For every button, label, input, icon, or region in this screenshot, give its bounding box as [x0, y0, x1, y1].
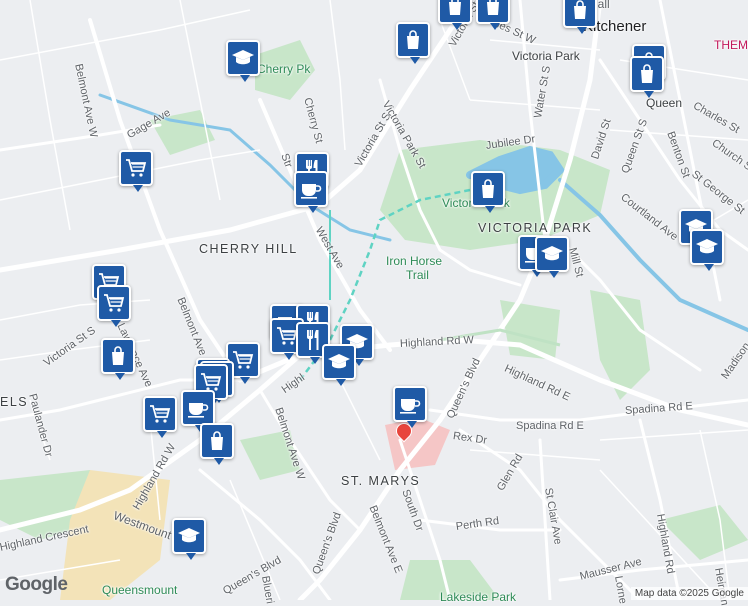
grocery-pin-victoria-b[interactable]	[97, 285, 131, 327]
google-logo: Google	[5, 574, 68, 595]
cafe-pin-highland[interactable]	[181, 390, 215, 432]
shopping-pin-highland[interactable]	[200, 423, 234, 465]
shopping-pin-queen-b[interactable]	[630, 56, 664, 98]
map-attribution[interactable]: Map data ©2025 Google	[630, 587, 748, 600]
grocery-icon	[124, 156, 148, 180]
label-st-marys: ST. MARYS	[341, 474, 421, 488]
shopping-icon	[481, 0, 505, 18]
label-queensmount: Queensmount	[102, 583, 178, 597]
label-victoria-park-top: Victoria Park	[512, 49, 580, 63]
label-lakeside-park: Lakeside Park	[440, 590, 517, 604]
shopping-icon	[568, 0, 592, 22]
grocery-pin-gage[interactable]	[119, 150, 153, 192]
label-queen-station: Queen	[646, 96, 683, 110]
label-cherry-hill: CHERRY HILL	[199, 242, 298, 256]
grocery-icon	[231, 348, 255, 372]
school-icon	[695, 235, 719, 259]
label-trail: Trail	[406, 268, 429, 282]
shopping-pin-top-b[interactable]	[476, 0, 510, 30]
shopping-icon	[205, 429, 229, 453]
shopping-icon	[635, 62, 659, 86]
school-icon	[177, 524, 201, 548]
grocery-icon	[102, 291, 126, 315]
shopping-pin-lawrence[interactable]	[101, 338, 135, 380]
cafe-icon	[299, 177, 323, 201]
shopping-icon	[476, 177, 500, 201]
label-cherry-pk: Cherry Pk	[257, 62, 311, 76]
school-pin-cherry[interactable]	[226, 40, 260, 82]
cafe-icon	[186, 396, 210, 420]
grocery-icon	[148, 402, 172, 426]
shopping-pin-victoria-st[interactable]	[396, 22, 430, 64]
label-victoria-park-neighbourhood: VICTORIA PARK	[478, 221, 593, 235]
shopping-pin-top-a[interactable]	[438, 0, 472, 30]
road-spadina-rd-e: Spadina Rd E	[516, 420, 584, 432]
label-iron-horse: Iron Horse	[386, 254, 443, 268]
label-els: ELS	[0, 395, 29, 409]
school-pin-courtland-b[interactable]	[690, 229, 724, 271]
cafe-pin-west-ave[interactable]	[294, 171, 328, 213]
shopping-icon	[443, 0, 467, 18]
school-pin-queens-blvd[interactable]	[535, 236, 569, 278]
school-icon	[540, 242, 564, 266]
school-pin-westmount[interactable]	[172, 518, 206, 560]
school-pin-highland[interactable]	[322, 344, 356, 386]
school-icon	[231, 46, 255, 70]
cafe-icon	[398, 392, 422, 416]
shopping-pin-victoria-park[interactable]	[471, 171, 505, 213]
shopping-pin-kitchener[interactable]	[563, 0, 597, 34]
grocery-pin-highland-d[interactable]	[143, 396, 177, 438]
shopping-icon	[106, 344, 130, 368]
label-themuseum: THEM	[714, 38, 748, 52]
shopping-icon	[401, 28, 425, 52]
school-icon	[327, 350, 351, 374]
cafe-pin-st-marys[interactable]	[393, 386, 427, 428]
